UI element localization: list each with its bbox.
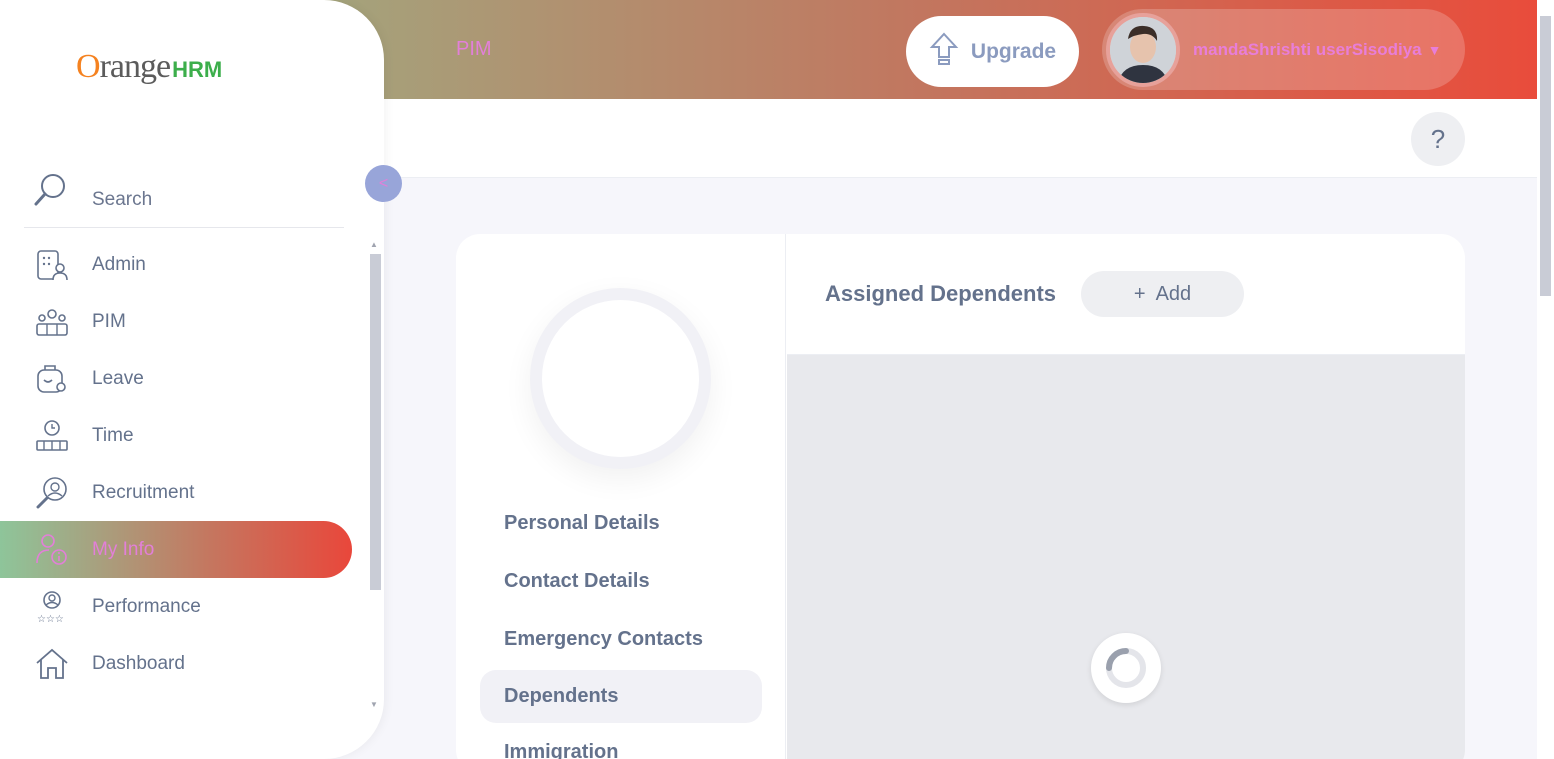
sidebar-item-label: My Info	[92, 538, 155, 560]
page-scrollbar-thumb[interactable]	[1540, 16, 1551, 296]
sidebar-item-label: Recruitment	[92, 481, 195, 503]
sidebar-item-my-info[interactable]: My Info	[0, 521, 352, 578]
caret-down-icon: ▼	[1427, 41, 1442, 58]
scroll-down-icon[interactable]: ▼	[370, 700, 378, 709]
sidebar-scrollbar-thumb[interactable]	[370, 254, 381, 590]
sidebar-item-leave[interactable]: Leave	[0, 350, 368, 407]
performance-icon: ☆☆☆	[34, 589, 70, 625]
sidebar-search[interactable]: Search	[24, 160, 344, 228]
module-title: PIM	[456, 38, 492, 60]
pim-icon	[34, 304, 70, 340]
logo-word: range	[99, 48, 172, 85]
sidebar-item-recruitment[interactable]: Recruitment	[0, 464, 368, 521]
profile-nav-panel: Personal Details Contact Details Emergen…	[456, 234, 786, 759]
tab-immigration[interactable]: Immigration	[480, 723, 762, 759]
profile-tabs: Personal Details Contact Details Emergen…	[480, 494, 762, 759]
logo-hrm: HRM	[172, 57, 223, 82]
employee-profile-card: Personal Details Contact Details Emergen…	[456, 234, 1465, 759]
sidebar-item-label: Time	[92, 424, 134, 446]
help-button[interactable]: ?	[1411, 112, 1465, 166]
section-title: Assigned Dependents	[825, 281, 1057, 306]
tab-personal-details[interactable]: Personal Details	[480, 494, 762, 552]
scroll-up-icon[interactable]: ▲	[370, 240, 378, 249]
sidebar-item-pim[interactable]: PIM	[0, 293, 368, 350]
sidebar-item-label: Performance	[92, 595, 201, 617]
profile-photo-placeholder	[542, 300, 699, 457]
sidebar-item-label: Dashboard	[92, 652, 185, 674]
logo-o: O	[76, 48, 101, 85]
sidebar-menu: Admin PIM Leave Time Recruitment My Info…	[0, 236, 368, 692]
upgrade-arrow-icon	[929, 31, 959, 73]
upgrade-label: Upgrade	[970, 39, 1057, 63]
leave-icon	[34, 361, 70, 397]
tab-dependents[interactable]: Dependents	[480, 670, 762, 723]
sidebar-item-label: Admin	[92, 253, 146, 275]
upgrade-button[interactable]: Upgrade	[906, 16, 1079, 87]
add-dependent-button[interactable]: + Add	[1081, 271, 1245, 317]
recruitment-icon	[34, 475, 70, 511]
dashboard-icon	[34, 646, 70, 682]
plus-icon: +	[1133, 282, 1146, 305]
orangehrm-logo[interactable]: Orange HRM	[76, 48, 222, 86]
dependents-header: Assigned Dependents + Add	[787, 234, 1465, 355]
user-dropdown[interactable]: mandaShrishti userSisodiya ▼	[1102, 9, 1465, 90]
sidebar-item-label: Leave	[92, 367, 144, 389]
sidebar-item-dashboard[interactable]: Dashboard	[0, 635, 368, 692]
user-name: mandaShrishti userSisodiya	[1193, 39, 1422, 59]
search-label: Search	[92, 188, 153, 210]
avatar	[1106, 12, 1180, 87]
add-label: Add	[1155, 282, 1192, 305]
sidebar-item-label: PIM	[92, 310, 126, 332]
loading-spinner-icon	[1091, 633, 1161, 703]
sidebar-item-performance[interactable]: ☆☆☆ Performance	[0, 578, 368, 635]
chevron-left-icon: <	[378, 174, 389, 192]
time-icon	[34, 418, 70, 454]
dependents-content	[787, 355, 1465, 759]
sidebar-item-admin[interactable]: Admin	[0, 236, 368, 293]
profile-photo[interactable]	[530, 288, 711, 469]
my-info-icon	[34, 532, 70, 568]
svg-text:☆☆☆: ☆☆☆	[37, 614, 64, 624]
tab-emergency-contacts[interactable]: Emergency Contacts	[480, 610, 762, 668]
sidebar-collapse-button[interactable]: <	[365, 165, 402, 202]
tab-contact-details[interactable]: Contact Details	[480, 552, 762, 610]
sidebar-item-time[interactable]: Time	[0, 407, 368, 464]
search-icon	[24, 171, 70, 216]
admin-icon	[34, 247, 70, 283]
sidebar: Orange HRM Search Admin PIM Leave Time R…	[0, 0, 384, 759]
